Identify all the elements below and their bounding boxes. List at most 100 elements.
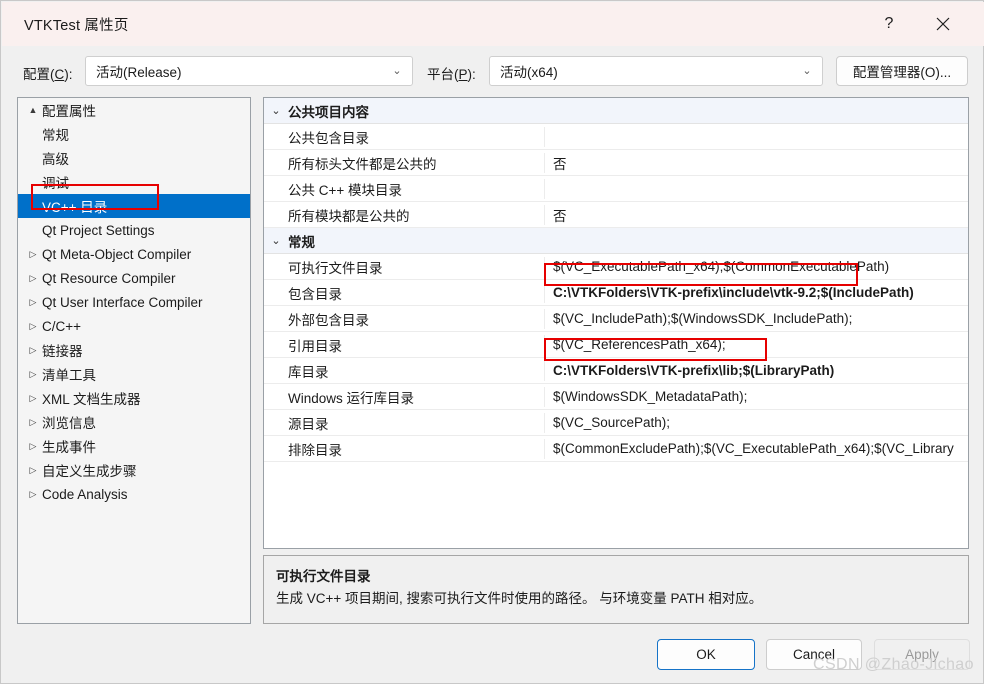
- property-row[interactable]: Windows 运行库目录 $(WindowsSDK_MetadataPath);: [264, 384, 968, 410]
- tree-item[interactable]: ▷ 清单工具: [18, 362, 250, 386]
- collapsed-triangle-icon[interactable]: ▷: [24, 249, 42, 260]
- chevron-down-icon[interactable]: ⌄: [264, 104, 288, 117]
- tree-item-label: Qt Project Settings: [42, 222, 155, 238]
- property-value[interactable]: $(CommonExcludePath);$(VC_ExecutablePath…: [545, 441, 968, 456]
- configuration-value: 活动(Release): [96, 65, 182, 80]
- expanded-triangle-icon[interactable]: ▲: [24, 105, 42, 115]
- platform-label: 平台(P):: [427, 67, 476, 82]
- tree-item[interactable]: ▷ 浏览信息: [18, 410, 250, 434]
- tree-item[interactable]: ▲ 配置属性: [18, 98, 250, 122]
- property-name: 排除目录: [264, 438, 545, 459]
- tree-item-label: 调试: [42, 176, 69, 191]
- collapsed-triangle-icon[interactable]: ▷: [24, 393, 42, 404]
- tree-item[interactable]: ▷ XML 文档生成器: [18, 386, 250, 410]
- chevron-down-icon: ⌄: [392, 64, 402, 77]
- property-row[interactable]: 包含目录 C:\VTKFolders\VTK-prefix\include\vtk…: [264, 280, 968, 306]
- property-grid[interactable]: ⌄ 公共项目内容 公共包含目录 所有标头文件都是公共的否公共 C++ 模块目录 所有模块…: [263, 97, 969, 549]
- property-row[interactable]: 公共包含目录: [264, 124, 968, 150]
- property-value[interactable]: $(VC_ExecutablePath_x64);$(CommonExecuta…: [545, 259, 968, 274]
- tree-item[interactable]: ▷ Qt Meta-Object Compiler: [18, 242, 250, 266]
- tree-item-label: 清单工具: [42, 368, 96, 383]
- tree-item-label: Qt User Interface Compiler: [42, 294, 203, 310]
- collapsed-triangle-icon[interactable]: ▷: [24, 297, 42, 308]
- collapsed-triangle-icon[interactable]: ▷: [24, 369, 42, 380]
- tree-item[interactable]: ▷ C/C++: [18, 314, 250, 338]
- tree-item[interactable]: ▷ Qt User Interface Compiler: [18, 290, 250, 314]
- close-x-icon[interactable]: [920, 3, 966, 45]
- property-row[interactable]: 公共 C++ 模块目录: [264, 176, 968, 202]
- collapsed-triangle-icon[interactable]: ▷: [24, 321, 42, 332]
- configuration-combobox[interactable]: 活动(Release) ⌄: [85, 56, 413, 86]
- property-name: Windows 运行库目录: [264, 386, 545, 407]
- property-value[interactable]: $(VC_SourcePath);: [545, 415, 968, 430]
- property-name: 引用目录: [264, 334, 545, 355]
- property-name: 源目录: [264, 412, 545, 433]
- tree-item[interactable]: ▷ 自定义生成步骤: [18, 458, 250, 482]
- collapsed-triangle-icon[interactable]: ▷: [24, 345, 42, 356]
- property-value[interactable]: C:\VTKFolders\VTK-prefix\include\vtk-9.2…: [545, 285, 968, 300]
- property-row[interactable]: 排除目录 $(CommonExcludePath);$(VC_Executable…: [264, 436, 968, 462]
- property-group-header[interactable]: ⌄ 公共项目内容: [264, 98, 968, 124]
- property-row[interactable]: 外部包含目录 $(VC_IncludePath);$(WindowsSDK_Inc…: [264, 306, 968, 332]
- tree-item-label: Code Analysis: [42, 486, 128, 502]
- configuration-manager-button[interactable]: 配置管理器(O)...: [836, 56, 968, 86]
- collapsed-triangle-icon[interactable]: ▷: [24, 465, 42, 476]
- property-value[interactable]: 否: [545, 153, 968, 173]
- property-group-header[interactable]: ⌄ 常规: [264, 228, 968, 254]
- help-question-icon[interactable]: ?: [866, 3, 912, 45]
- tree-item-label: Qt Meta-Object Compiler: [42, 246, 192, 262]
- title-bar: VTKTest 属性页 ?: [2, 2, 984, 46]
- platform-combobox[interactable]: 活动(x64) ⌄: [489, 56, 823, 86]
- property-value[interactable]: 否: [545, 205, 968, 225]
- property-name: 外部包含目录: [264, 308, 545, 329]
- property-value[interactable]: C:\VTKFolders\VTK-prefix\lib;$(LibraryPa…: [545, 363, 968, 378]
- ok-button[interactable]: OK: [657, 639, 755, 670]
- apply-label: Apply: [905, 647, 939, 662]
- property-name: 所有模块都是公共的: [264, 204, 545, 225]
- property-name: 包含目录: [264, 282, 545, 303]
- tree-item-label: 配置属性: [42, 104, 96, 119]
- tree-item[interactable]: ▷ Code Analysis: [18, 482, 250, 506]
- configuration-bar: 配置(C): 活动(Release) ⌄ 平台(P): 活动(x64) ⌄ 配置…: [1, 53, 984, 89]
- property-row[interactable]: 所有模块都是公共的否: [264, 202, 968, 228]
- property-name: 所有标头文件都是公共的: [264, 152, 545, 173]
- collapsed-triangle-icon[interactable]: ▷: [24, 417, 42, 428]
- window-title: VTKTest 属性页: [24, 17, 129, 34]
- property-name: 公共 C++ 模块目录: [264, 178, 545, 199]
- collapsed-triangle-icon[interactable]: ▷: [24, 489, 42, 500]
- property-value[interactable]: $(VC_IncludePath);$(WindowsSDK_IncludePa…: [545, 311, 968, 326]
- tree-item-label: Qt Resource Compiler: [42, 270, 176, 286]
- property-group-title: 公共项目内容: [288, 104, 369, 120]
- ok-label: OK: [696, 647, 716, 662]
- property-value[interactable]: $(VC_ReferencesPath_x64);: [545, 337, 968, 352]
- tree-item[interactable]: 调试: [18, 170, 250, 194]
- tree-item-label: 链接器: [42, 344, 83, 359]
- cancel-button[interactable]: Cancel: [766, 639, 862, 670]
- property-value[interactable]: $(WindowsSDK_MetadataPath);: [545, 389, 968, 404]
- description-panel: 可执行文件目录 生成 VC++ 项目期间, 搜索可执行文件时使用的路径。 与环境…: [263, 555, 969, 624]
- tree-item-label: C/C++: [42, 318, 82, 334]
- chevron-down-icon[interactable]: ⌄: [264, 234, 288, 247]
- cancel-label: Cancel: [792, 647, 836, 662]
- property-pages-dialog: VTKTest 属性页 ? 配置(C): 活动(Release) ⌄ 平台(P)…: [0, 0, 984, 684]
- property-row[interactable]: 引用目录 $(VC_ReferencesPath_x64);: [264, 332, 968, 358]
- property-row[interactable]: 库目录 C:\VTKFolders\VTK-prefix\lib;$(Librar…: [264, 358, 968, 384]
- property-row[interactable]: 源目录 $(VC_SourcePath);: [264, 410, 968, 436]
- tree-item-label: 常规: [42, 128, 69, 143]
- chevron-down-icon: ⌄: [802, 64, 812, 77]
- property-row[interactable]: 可执行文件目录 $(VC_ExecutablePath_x64);$(Common…: [264, 254, 968, 280]
- tree-item[interactable]: ▷ Qt Resource Compiler: [18, 266, 250, 290]
- tree-item[interactable]: 常规: [18, 122, 250, 146]
- property-tree[interactable]: ▲ 配置属性 常规 高级 调试 VC++ 目录 Qt Project Settings ▷ Qt…: [17, 97, 251, 624]
- tree-item[interactable]: ▷ 链接器: [18, 338, 250, 362]
- tree-item[interactable]: VC++ 目录: [18, 194, 250, 218]
- property-name: 库目录: [264, 360, 545, 381]
- collapsed-triangle-icon[interactable]: ▷: [24, 273, 42, 284]
- tree-item[interactable]: 高级: [18, 146, 250, 170]
- configuration-label: 配置(C):: [23, 67, 73, 82]
- tree-item[interactable]: Qt Project Settings: [18, 218, 250, 242]
- tree-item[interactable]: ▷ 生成事件: [18, 434, 250, 458]
- description-title: 可执行文件目录: [276, 569, 371, 584]
- collapsed-triangle-icon[interactable]: ▷: [24, 441, 42, 452]
- property-row[interactable]: 所有标头文件都是公共的否: [264, 150, 968, 176]
